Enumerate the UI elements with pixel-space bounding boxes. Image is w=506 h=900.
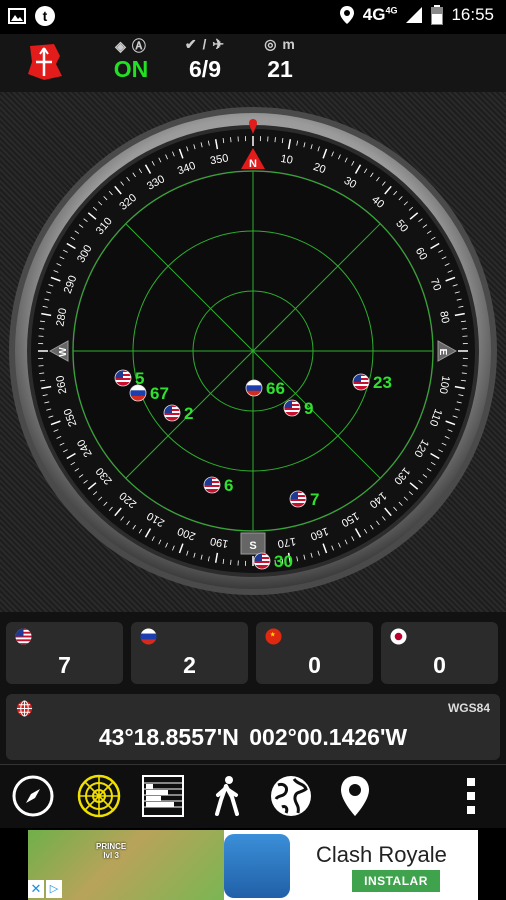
gps-status-stat: ◈ Ⓐ ON	[102, 36, 160, 82]
sky-radar: 1020304050607080100110120130140150160170…	[9, 107, 497, 595]
walk-icon[interactable]	[204, 773, 250, 819]
signal-bars-icon[interactable]	[140, 773, 186, 819]
coordinates-card[interactable]: WGS84 43°18.8557'N 002°00.1426'W	[6, 694, 500, 760]
network-type: 4G4G	[362, 5, 398, 24]
ad-app-icon	[224, 834, 290, 898]
svg-text:S: S	[249, 540, 256, 552]
beidou-count: 0	[308, 652, 321, 678]
accuracy-stat: ◎ m 21	[252, 36, 308, 82]
satellite-prn-label: 7	[310, 490, 319, 509]
signal-icon	[406, 7, 423, 23]
compass-tick	[274, 137, 276, 143]
svg-text:★: ★	[270, 631, 276, 639]
sky-view-area: 10 20 30 40 50 60 70 80 100 110 120 130 140 150 160 170…	[0, 92, 506, 612]
ad-choices-icon[interactable]: ▷	[46, 880, 62, 898]
app-logo-icon[interactable]	[24, 42, 64, 82]
qzss-count-card[interactable]: 0	[381, 622, 498, 684]
satellite-marker[interactable]: 30	[253, 552, 293, 571]
compass-tick	[39, 328, 45, 330]
svg-text:t: t	[43, 8, 48, 24]
ad-install-button[interactable]: INSTALAR	[352, 870, 440, 892]
accuracy-value: 21	[267, 56, 293, 82]
ad-game-label: PRINCE lvl 3	[96, 842, 127, 860]
gps-status-value: ON	[113, 56, 149, 82]
svg-text:W: W	[58, 347, 69, 357]
coordinates-text: 43°18.8557'N 002°00.1426'W	[6, 724, 500, 751]
compass-degree-label: 80	[437, 310, 451, 324]
qzss-count: 0	[433, 652, 446, 678]
ru-flag-icon	[140, 628, 157, 645]
accuracy-icon: ◎ m	[264, 36, 296, 52]
satellite-marker[interactable]: 67	[129, 384, 169, 403]
radar-icon[interactable]	[76, 773, 122, 819]
satellite-prn-label: 30	[274, 552, 293, 571]
south-marker: S	[240, 532, 266, 555]
svg-text:N: N	[249, 158, 257, 170]
latitude: 43°18.8557'N	[98, 724, 239, 750]
map-pin-icon[interactable]	[332, 773, 378, 819]
battery-icon	[431, 5, 444, 25]
gps-count: 7	[58, 652, 71, 678]
satellite-prn-label: 67	[150, 384, 169, 403]
ad-title: Clash Royale	[316, 842, 447, 867]
image-icon	[8, 8, 26, 24]
compass-tick	[461, 372, 467, 374]
satellite-used-icon: ✔ / ✈	[184, 36, 226, 52]
gps-count-card[interactable]: 7	[6, 622, 123, 684]
beidou-count-card[interactable]: ★ 0	[256, 622, 373, 684]
cn-flag-icon: ★	[265, 628, 282, 645]
glonass-count: 2	[183, 652, 196, 678]
satellite-marker[interactable]: 66	[245, 379, 285, 398]
ad-banner[interactable]: PRINCE lvl 3 ✕ ▷ Clash Royale INSTALAR	[0, 828, 506, 900]
satellites-value: 6/9	[189, 56, 221, 82]
ad-content[interactable]: Clash Royale INSTALAR	[224, 830, 478, 900]
globe-icon	[16, 700, 33, 717]
us-flag-icon	[15, 628, 32, 645]
overflow-menu-icon[interactable]	[448, 773, 494, 819]
compass-tick	[230, 559, 232, 565]
tumblr-icon: t	[35, 6, 55, 26]
longitude: 002°00.1426'W	[249, 724, 408, 750]
glonass-count-card[interactable]: 2	[131, 622, 248, 684]
compass-tick	[461, 328, 467, 330]
status-bar: t 4G4G 16:55	[0, 0, 506, 34]
bottom-toolbar	[0, 764, 506, 829]
jp-flag-icon	[390, 628, 407, 645]
compass-icon[interactable]	[10, 773, 56, 819]
location-icon	[339, 6, 354, 24]
satellite-prn-label: 66	[266, 379, 285, 398]
gps-fix-icon: ◈ Ⓐ	[115, 38, 147, 54]
globe-icon-button[interactable]	[268, 773, 314, 819]
svg-text:E: E	[437, 349, 448, 356]
satellites-stat: ✔ / ✈ 6/9	[170, 36, 240, 82]
datum-label: WGS84	[447, 701, 490, 715]
satellite-prn-label: 2	[184, 404, 193, 423]
satellite-prn-label: 9	[304, 399, 313, 418]
radar-grid	[72, 170, 434, 532]
satellite-prn-label: 23	[373, 373, 392, 392]
satellite-marker[interactable]: 23	[352, 373, 392, 392]
info-panels: 7 2 ★ 0 0 WGS84 43°18.8557'N 002°00.1426…	[0, 612, 506, 770]
compass-degree-label: 10	[280, 153, 294, 167]
clock: 16:55	[451, 5, 494, 24]
ad-close-icon[interactable]: ✕	[28, 880, 44, 898]
compass-tick	[39, 372, 45, 374]
compass-tick	[230, 137, 232, 143]
satellite-prn-label: 6	[224, 476, 233, 495]
